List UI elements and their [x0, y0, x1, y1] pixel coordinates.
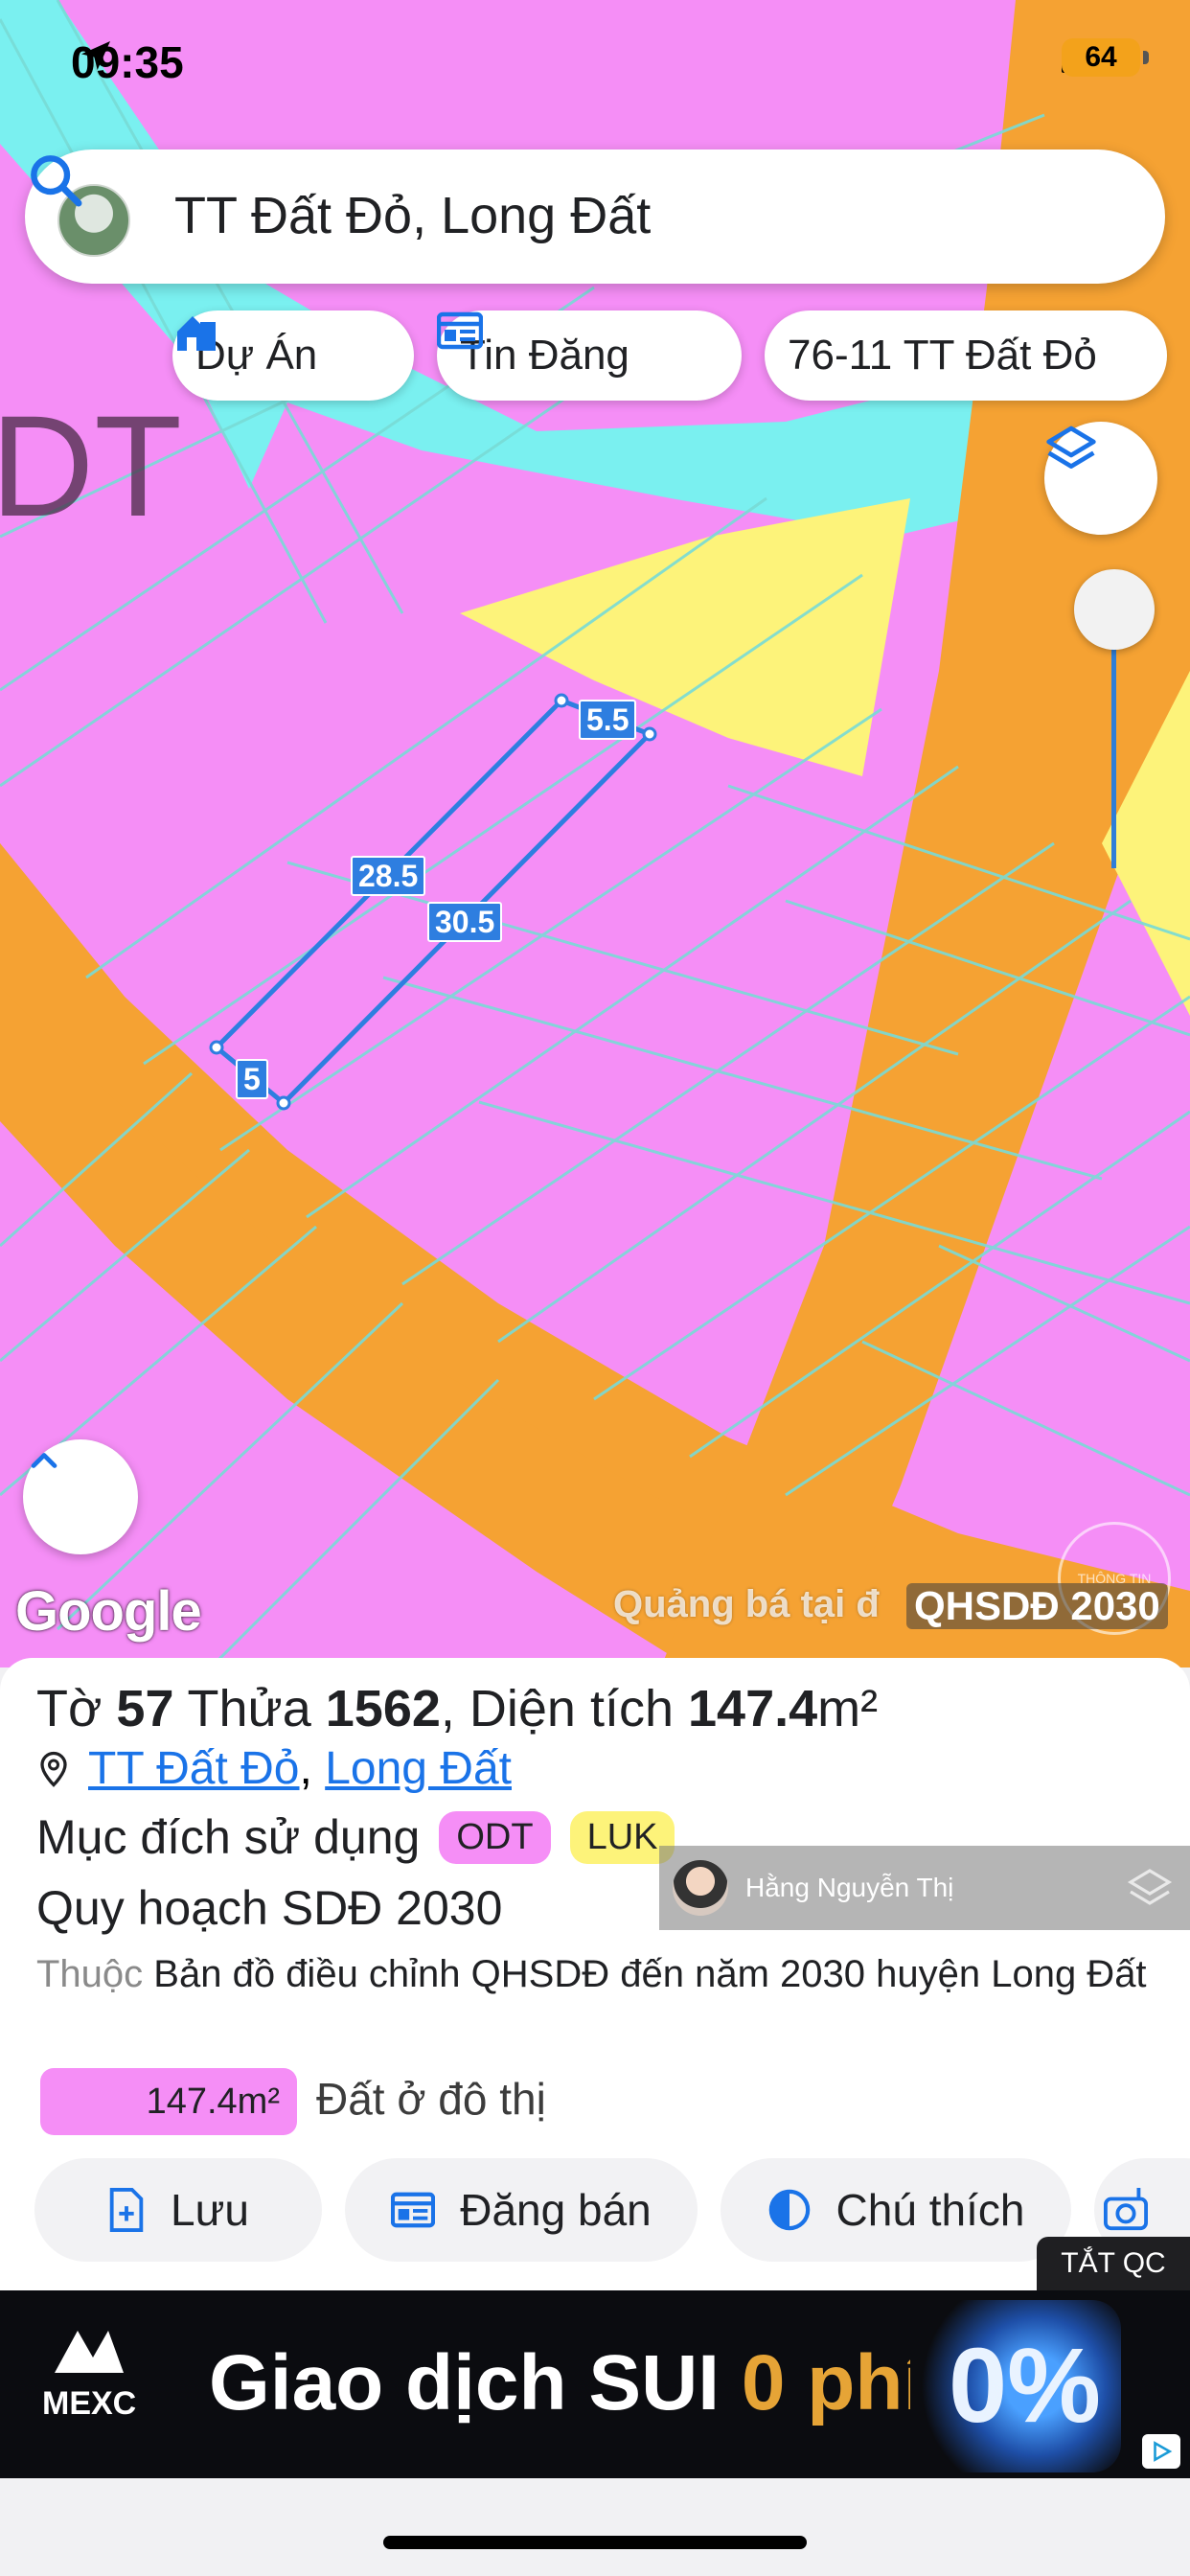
opacity-slider-handle[interactable]	[1074, 569, 1155, 650]
layers-button[interactable]	[1044, 422, 1157, 535]
tag-odt: ODT	[439, 1810, 551, 1864]
location-link-town[interactable]: TT Đất Đỏ	[88, 1743, 300, 1794]
status-icons: 64	[1062, 38, 1149, 77]
chip-du-an[interactable]: Dự Án	[172, 310, 414, 401]
layers-icon	[1046, 426, 1096, 469]
dimension-label-left: 28.5	[351, 856, 426, 896]
location-pin-icon	[40, 1751, 67, 1787]
search-icon[interactable]	[25, 150, 86, 211]
location-arrow-icon	[81, 41, 110, 70]
zone-label: DT	[0, 385, 182, 546]
listing-icon	[437, 311, 483, 350]
search-bar[interactable]: TT Đất Đỏ, Long Đất	[25, 150, 1165, 284]
chip-location[interactable]: 76-11 TT Đất Đỏ	[765, 310, 1167, 401]
dimension-label-top: 5.5	[579, 700, 637, 740]
expand-button[interactable]	[23, 1439, 138, 1554]
contrast-icon	[768, 2189, 810, 2231]
legend-description: Đất ở đô thị	[316, 2074, 546, 2124]
document-add-icon	[109, 2188, 144, 2232]
parcel-title: Tờ 57 Thửa 1562, Diện tích 147.4m²	[36, 1680, 879, 1737]
map-canvas[interactable]: DT 5.5 28.5 30.5 5 09:35 64 TT Đất Đỏ, L…	[0, 0, 1190, 1668]
ad-headline: Giao dịch SUI 0 phí	[209, 2339, 926, 2426]
land-use-purpose: Mục đích sử dụng ODT LUK	[36, 1809, 675, 1865]
status-time: 09:35	[71, 37, 184, 87]
ad-brand-logo: MEXC	[42, 2323, 136, 2423]
parcel-number: 1562	[325, 1680, 441, 1737]
google-logo: Google	[15, 1580, 202, 1643]
chip-tin-dang-label: Tin Đăng	[460, 332, 629, 379]
dimension-label-bottom: 5	[236, 1059, 268, 1099]
ad-badge: 0%	[949, 2327, 1101, 2445]
ad-banner[interactable]: MEXC Giao dịch SUI 0 phí 0%	[0, 2290, 1190, 2478]
user-popup[interactable]: Hằng Nguyễn Thị	[659, 1846, 1190, 1930]
dimension-label-right: 30.5	[427, 902, 503, 942]
chip-tin-dang[interactable]: Tin Đăng	[437, 310, 742, 401]
parcel-area: 147.4	[688, 1680, 818, 1737]
chip-location-label: 76-11 TT Đất Đỏ	[788, 332, 1097, 379]
listing-icon	[391, 2192, 436, 2228]
chevron-up-icon	[31, 1453, 57, 1468]
opacity-slider-track[interactable]	[1111, 648, 1116, 868]
user-name: Hằng Nguyễn Thị	[745, 1873, 954, 1902]
plan-title: Quy hoạch SDĐ 2030	[36, 1881, 503, 1935]
search-input[interactable]: TT Đất Đỏ, Long Đất	[174, 186, 651, 245]
map-layer-name: QHSDĐ 2030	[906, 1583, 1168, 1629]
sheet-number: 57	[116, 1680, 174, 1737]
house-icon	[177, 316, 216, 351]
plan-source: Thuộc Bản đồ điều chỉnh QHSDĐ đến năm 20…	[36, 1953, 1147, 1995]
promo-watermark-text: Quảng bá tại đ	[613, 1583, 880, 1625]
legend-button[interactable]: Chú thích	[721, 2158, 1071, 2262]
parcel-location: TT Đất Đỏ, Long Đất	[36, 1742, 512, 1795]
mexc-logo-icon	[55, 2331, 125, 2373]
sell-button[interactable]: Đăng bán	[345, 2158, 698, 2262]
ad-choices-icon[interactable]	[1142, 2434, 1180, 2469]
legend-area-swatch: 147.4m²	[40, 2068, 297, 2135]
location-link-district[interactable]: Long Đất	[325, 1743, 512, 1794]
camera-add-icon	[1104, 2188, 1148, 2231]
close-ad-button[interactable]: TẮT QC	[1037, 2237, 1190, 2290]
home-indicator[interactable]	[383, 2536, 807, 2549]
save-button[interactable]: Lưu	[34, 2158, 322, 2262]
battery-indicator: 64	[1062, 38, 1149, 77]
layers-icon	[1127, 1869, 1173, 1905]
user-avatar	[673, 1860, 728, 1916]
